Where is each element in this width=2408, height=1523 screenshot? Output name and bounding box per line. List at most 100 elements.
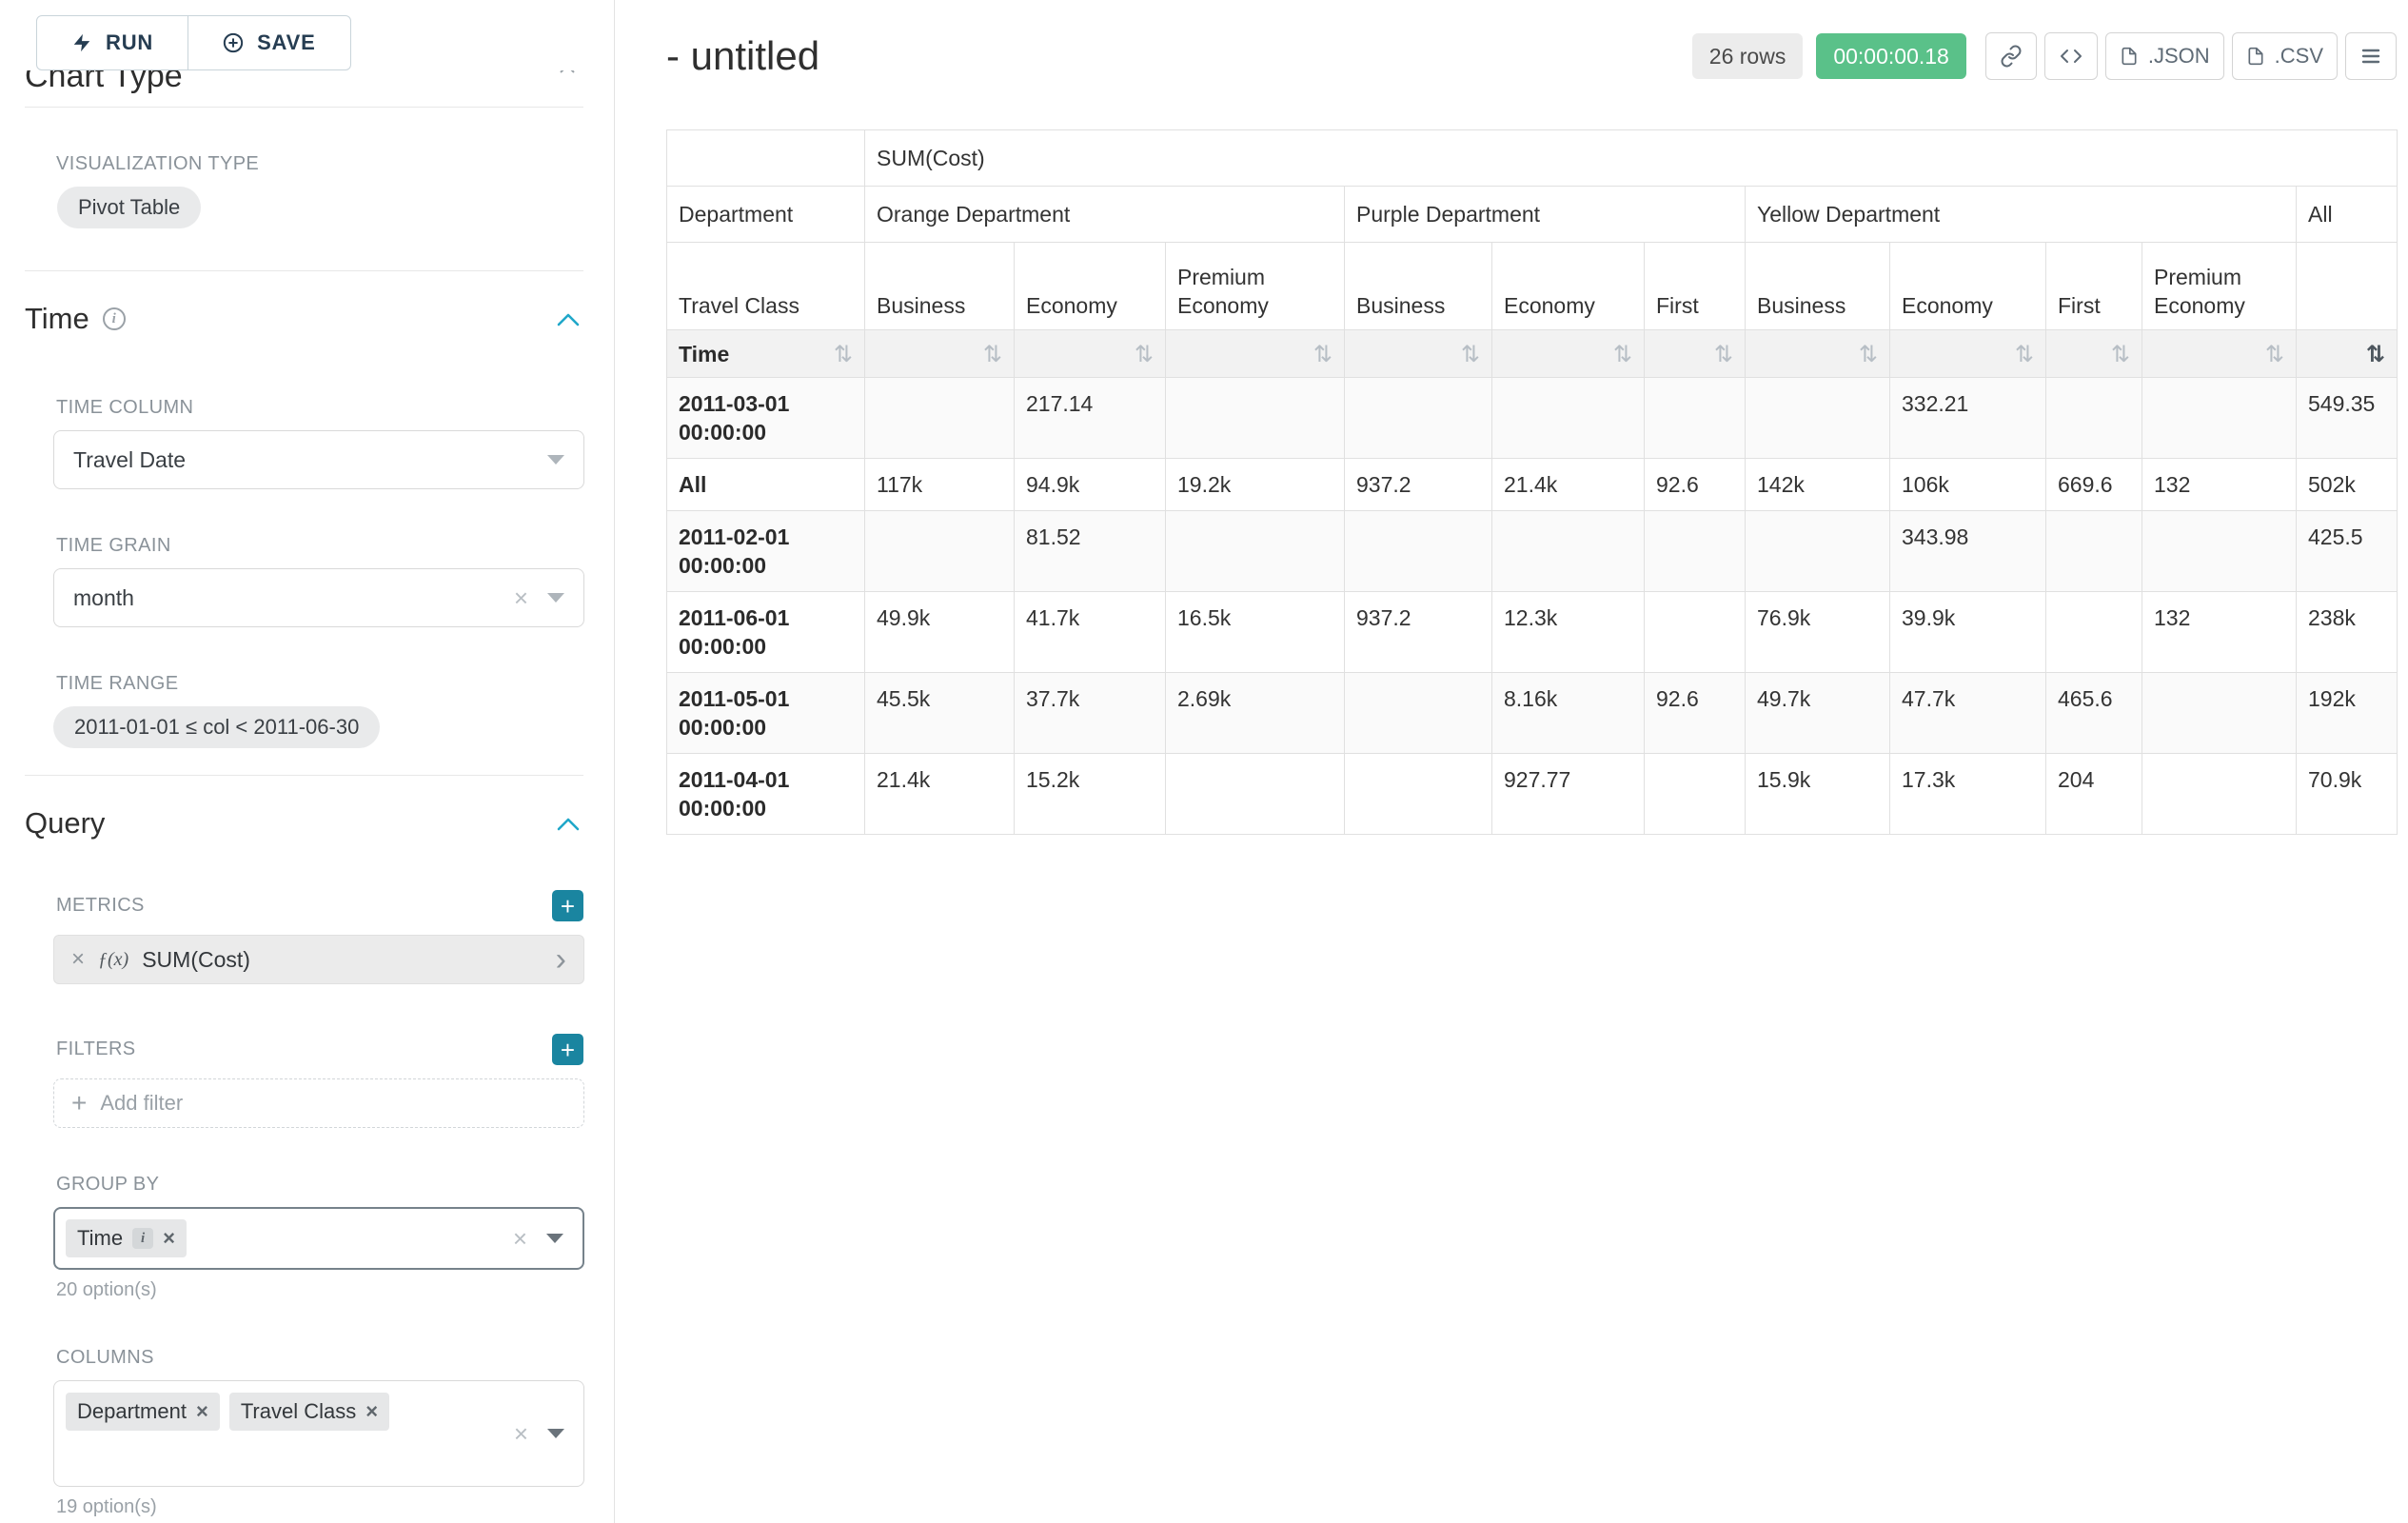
pivot-col-header: Business: [1345, 243, 1492, 330]
clear-icon[interactable]: ×: [514, 585, 528, 610]
columns-chip[interactable]: Travel Class×: [229, 1393, 389, 1431]
pivot-col-header: Business: [1746, 243, 1890, 330]
pivot-sort-col[interactable]: ⇅: [1015, 330, 1166, 378]
chart-type-section-clipped: Chart Type: [0, 70, 614, 105]
remove-chip-icon[interactable]: ×: [365, 1401, 378, 1422]
csv-export-button[interactable]: .CSV: [2232, 32, 2338, 80]
sort-icon[interactable]: ⇅: [1859, 340, 1878, 368]
pivot-cell: [1345, 511, 1492, 592]
time-column-select[interactable]: Travel Date: [53, 430, 584, 489]
chevron-up-icon[interactable]: [557, 312, 580, 326]
pivot-metric-header: SUM(Cost): [865, 130, 2398, 187]
sort-icon[interactable]: ⇅: [2265, 340, 2284, 368]
time-column-value: Travel Date: [73, 447, 186, 473]
fx-icon: ƒ(x): [98, 949, 128, 971]
group-by-options-hint: 20 option(s): [56, 1279, 614, 1301]
group-by-label: GROUP BY: [56, 1174, 614, 1196]
pivot-cell: 19.2k: [1166, 459, 1345, 511]
plus-icon: +: [71, 1090, 87, 1117]
group-by-chip[interactable]: Timei×: [66, 1219, 187, 1257]
pivot-sort-col[interactable]: ⇅: [2046, 330, 2142, 378]
divider: [25, 270, 583, 271]
pivot-cell: [2046, 511, 2142, 592]
save-button-label: SAVE: [257, 30, 315, 55]
chevron-right-icon[interactable]: ›: [556, 943, 566, 976]
pivot-sort-col[interactable]: ⇅: [2142, 330, 2297, 378]
clear-icon[interactable]: ×: [513, 1226, 527, 1251]
add-metric-button[interactable]: +: [552, 890, 583, 921]
pivot-travel-class-corner: Travel Class: [667, 243, 865, 330]
remove-chip-icon[interactable]: ×: [163, 1228, 175, 1249]
chevron-down-icon: [547, 455, 564, 465]
time-range-chip[interactable]: 2011-01-01 ≤ col < 2011-06-30: [53, 706, 380, 748]
chart-header: - untitled 26 rows 00:00:00.18: [666, 32, 2397, 80]
sort-icon[interactable]: ⇅: [1714, 340, 1733, 368]
view-query-button[interactable]: [2044, 32, 2098, 80]
pivot-group-header: All: [2297, 187, 2398, 243]
run-button[interactable]: RUN: [36, 15, 188, 70]
pivot-cell: 76.9k: [1746, 592, 1890, 673]
time-grain-select[interactable]: month ×: [53, 568, 584, 627]
export-button-group: .JSON .CSV: [1985, 32, 2397, 80]
pivot-cell: 332.21: [1890, 378, 2046, 459]
pivot-cell: 94.9k: [1015, 459, 1166, 511]
pivot-cell: [1746, 511, 1890, 592]
columns-chip[interactable]: Department×: [66, 1393, 220, 1431]
save-button[interactable]: SAVE: [188, 15, 350, 70]
visualization-type-chip[interactable]: Pivot Table: [57, 187, 201, 228]
remove-chip-icon[interactable]: ×: [196, 1401, 208, 1422]
pivot-cell: 16.5k: [1166, 592, 1345, 673]
pivot-sort-time[interactable]: Time⇅: [667, 330, 865, 378]
pivot-col-header: [2297, 243, 2398, 330]
chart-menu-button[interactable]: [2345, 32, 2397, 80]
sort-icon[interactable]: ⇅: [834, 340, 853, 368]
file-icon: [2120, 46, 2139, 67]
pivot-cell: 21.4k: [865, 754, 1015, 835]
metric-chip[interactable]: × ƒ(x) SUM(Cost) ›: [53, 935, 584, 984]
visualization-type-label: VISUALIZATION TYPE: [56, 153, 614, 175]
pivot-sort-col[interactable]: ⇅: [1345, 330, 1492, 378]
pivot-cell: 425.5: [2297, 511, 2398, 592]
pivot-cell: 142k: [1746, 459, 1890, 511]
sort-desc-icon[interactable]: ⇅: [2366, 340, 2385, 368]
file-icon: [2246, 46, 2265, 67]
pivot-cell: 937.2: [1345, 459, 1492, 511]
sort-icon[interactable]: ⇅: [1613, 340, 1632, 368]
pivot-sort-col[interactable]: ⇅: [1890, 330, 2046, 378]
pivot-sort-col[interactable]: ⇅: [1492, 330, 1645, 378]
columns-options-hint: 19 option(s): [56, 1496, 614, 1518]
clear-icon[interactable]: ×: [514, 1421, 528, 1446]
chevron-up-icon[interactable]: [557, 817, 580, 831]
pivot-sort-col[interactable]: ⇅: [1166, 330, 1345, 378]
add-filter-box[interactable]: + Add filter: [53, 1078, 584, 1128]
pivot-cell: [1166, 754, 1345, 835]
pivot-cell: 81.52: [1015, 511, 1166, 592]
add-filter-plus-button[interactable]: +: [552, 1034, 583, 1065]
share-link-button[interactable]: [1985, 32, 2037, 80]
sort-icon[interactable]: ⇅: [1135, 340, 1154, 368]
pivot-cell: [1492, 511, 1645, 592]
remove-metric-icon[interactable]: ×: [71, 948, 85, 971]
columns-select[interactable]: Department×Travel Class× ×: [53, 1380, 584, 1487]
sort-icon[interactable]: ⇅: [2015, 340, 2034, 368]
pivot-group-header: Orange Department: [865, 187, 1345, 243]
pivot-sort-all[interactable]: ⇅: [2297, 330, 2398, 378]
time-grain-label: TIME GRAIN: [56, 535, 614, 557]
pivot-sort-col[interactable]: ⇅: [865, 330, 1015, 378]
pivot-cell: 8.16k: [1492, 673, 1645, 754]
hamburger-icon: [2359, 45, 2382, 68]
filters-label: FILTERS: [56, 1038, 136, 1060]
sort-icon[interactable]: ⇅: [1461, 340, 1480, 368]
sort-icon[interactable]: ⇅: [2111, 340, 2130, 368]
code-icon: [2059, 45, 2083, 68]
pivot-sort-col[interactable]: ⇅: [1746, 330, 1890, 378]
json-export-button[interactable]: .JSON: [2105, 32, 2224, 80]
pivot-cell: [1746, 378, 1890, 459]
group-by-select[interactable]: Timei× ×: [53, 1207, 584, 1270]
sort-icon[interactable]: ⇅: [983, 340, 1002, 368]
sort-icon[interactable]: ⇅: [1313, 340, 1332, 368]
pivot-sort-col[interactable]: ⇅: [1645, 330, 1746, 378]
pivot-cell: 117k: [865, 459, 1015, 511]
time-column-label: TIME COLUMN: [56, 397, 614, 419]
time-section-title: Time: [25, 302, 89, 336]
